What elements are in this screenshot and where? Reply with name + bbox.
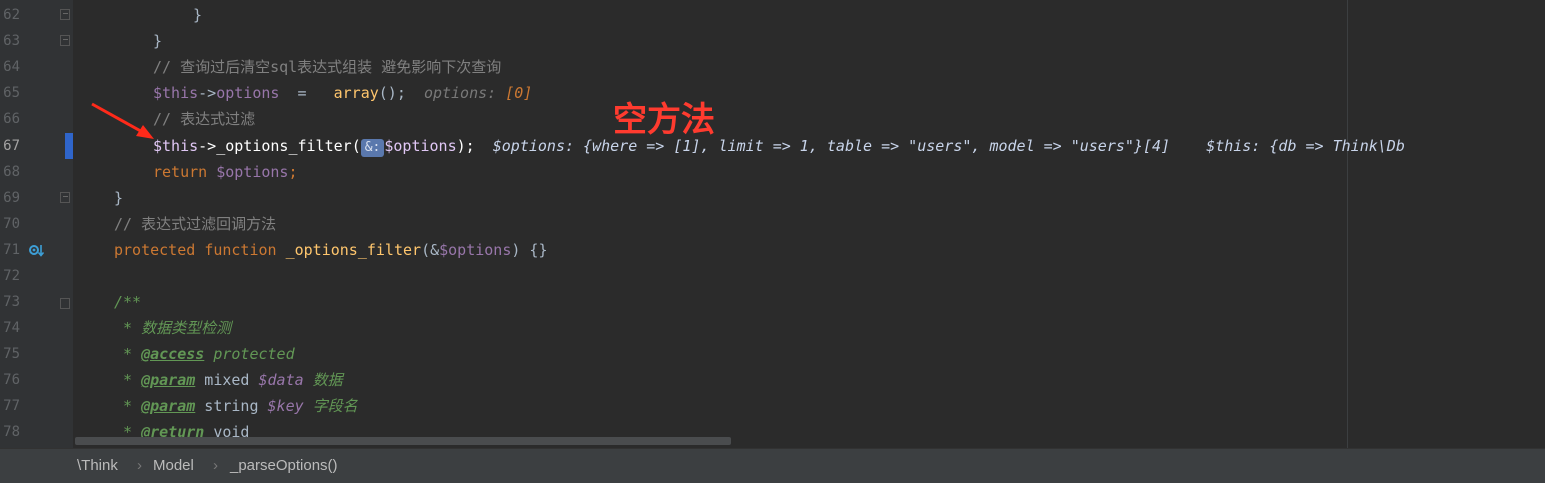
inline-debug-hint: options: — [423, 84, 506, 102]
line-number: 72 — [3, 268, 20, 284]
line-number: 68 — [3, 164, 20, 180]
breadcrumb-item-class[interactable]: Model — [153, 449, 194, 482]
code-line-73: /** — [114, 293, 142, 311]
line-number: 76 — [3, 372, 20, 388]
code-line-74: * 数据类型检测 — [114, 319, 232, 337]
code-line-68: return $options; — [153, 163, 298, 181]
inline-debug-hint: $options: {where => [1], limit => 1, tab… — [492, 137, 1171, 155]
code-editor[interactable]: } } // 查询过后清空sql表达式组装 避免影响下次查询 $this->op… — [73, 0, 1545, 448]
code-line-76: * @param mixed $data 数据 — [114, 371, 343, 389]
line-number: 71 — [3, 242, 20, 258]
code-line-70: // 表达式过滤回调方法 — [114, 215, 277, 233]
line-number: 77 — [3, 398, 20, 414]
line-number: 74 — [3, 320, 20, 336]
code-line-69: } — [114, 189, 124, 207]
code-line-77: * @param string $key 字段名 — [114, 397, 358, 415]
right-margin-guide — [1347, 0, 1348, 448]
code-line-64: // 查询过后清空sql表达式组装 避免影响下次查询 — [153, 58, 502, 76]
fold-marker-icon[interactable] — [60, 192, 70, 203]
breadcrumb: \Think › Model › _parseOptions() — [0, 448, 1545, 483]
code-line-71: protected function _options_filter(&$opt… — [114, 241, 548, 259]
inline-debug-hint: $this: {db => Think\Db — [1206, 137, 1405, 155]
red-arrow-annotation — [91, 102, 154, 139]
code-line-75: * @access protected — [114, 345, 295, 363]
line-number: 73 — [3, 294, 20, 310]
chevron-right-icon: › — [213, 457, 218, 474]
parameter-hint-badge: &: — [360, 139, 385, 157]
implements-method-icon[interactable] — [28, 243, 44, 259]
code-line-65: $this->options = array(); options: [0] — [153, 84, 533, 102]
chevron-right-icon: › — [137, 457, 142, 474]
breadcrumb-item-method[interactable]: _parseOptions() — [230, 449, 338, 482]
line-number: 78 — [3, 424, 20, 440]
annotation-label: 空方法 — [613, 100, 715, 140]
breadcrumb-item-namespace[interactable]: \Think — [77, 449, 118, 482]
line-number: 70 — [3, 216, 20, 232]
code-line-67-execution-point: $this->_options_filter(&: $options); $opt… — [153, 137, 1405, 157]
line-number: 69 — [3, 190, 20, 206]
line-number: 75 — [3, 346, 20, 362]
fold-marker-icon[interactable] — [60, 298, 70, 309]
horizontal-scrollbar[interactable] — [75, 437, 731, 445]
